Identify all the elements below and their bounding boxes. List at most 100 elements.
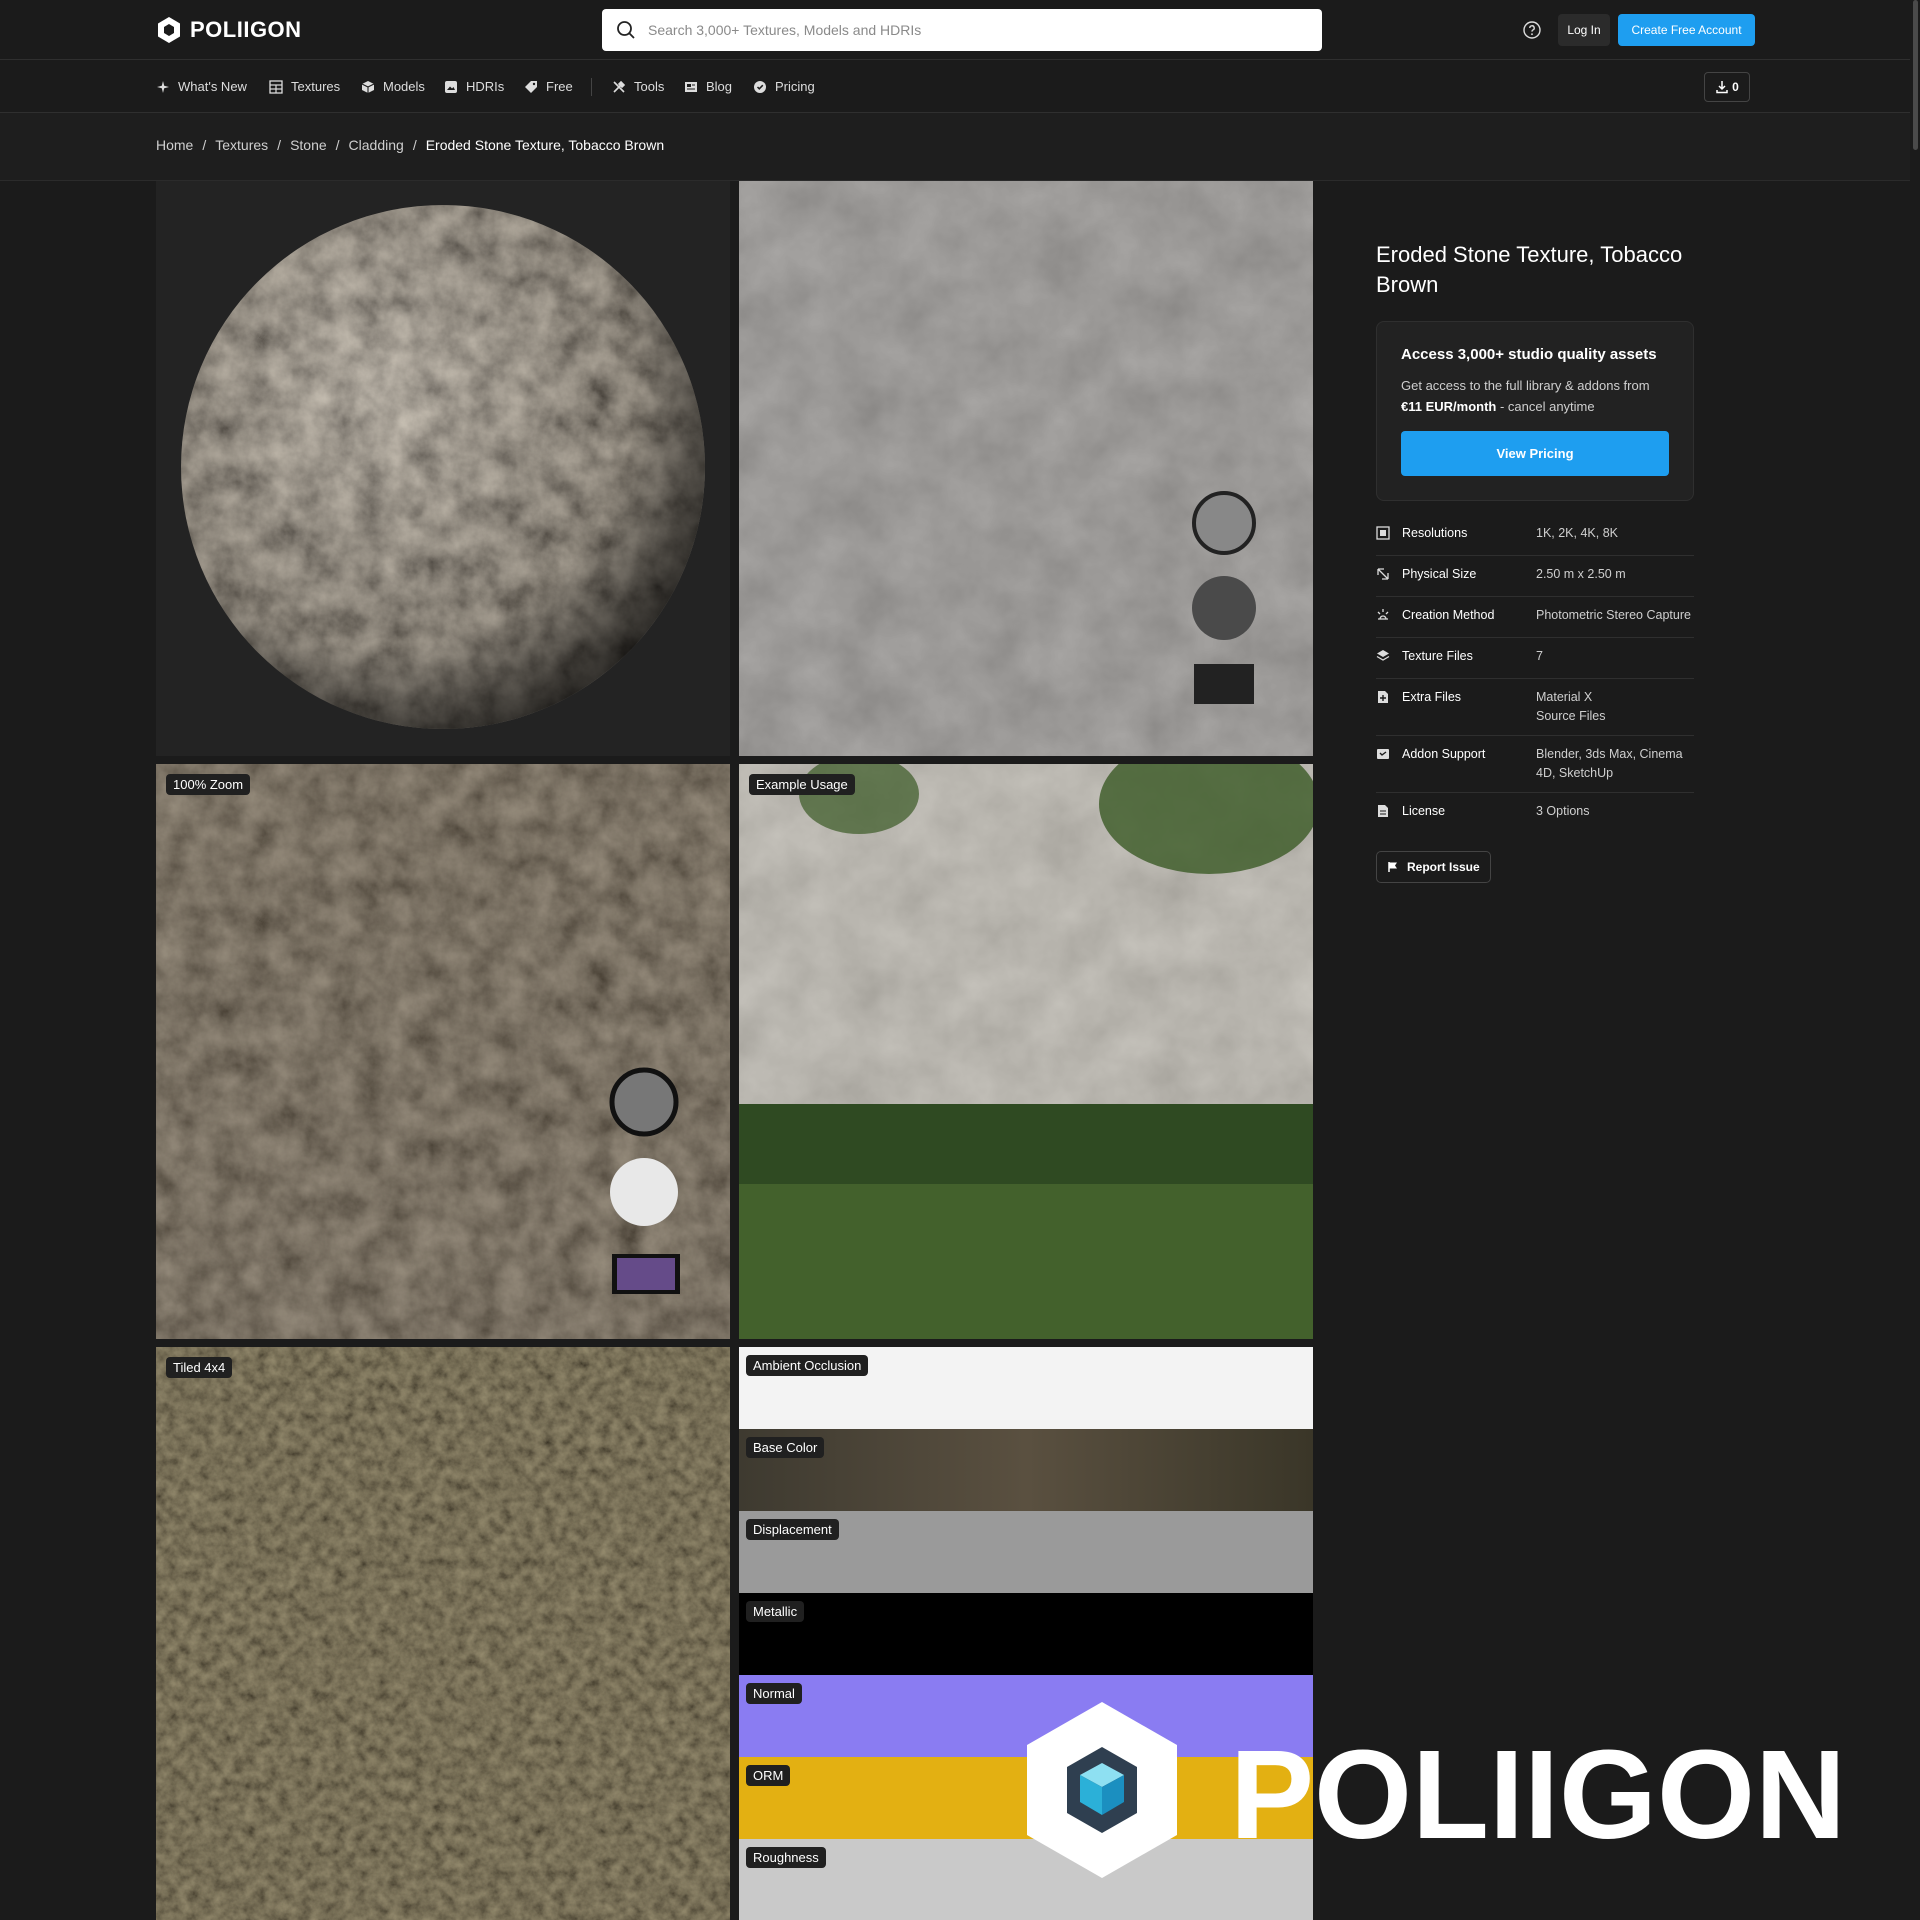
spec-row: Texture Files 7 <box>1376 638 1694 679</box>
spec-value: Blender, 3ds Max, Cinema 4D, SketchUp <box>1536 747 1683 780</box>
poliigon-logo[interactable]: POLIIGON <box>156 16 302 44</box>
nav-item-tools[interactable]: Tools <box>612 60 664 113</box>
flag-icon <box>1388 862 1397 872</box>
spec-value: 1K, 2K, 4K, 8K <box>1536 526 1618 540</box>
view-pricing-button[interactable]: View Pricing <box>1401 431 1669 476</box>
nav-label: Models <box>383 79 425 94</box>
usage-render <box>739 764 1313 1339</box>
login-button[interactable]: Log In <box>1558 14 1610 46</box>
nav-label: Free <box>546 79 573 94</box>
nav-label: Blog <box>706 79 733 94</box>
breadcrumb-current: Eroded Stone Texture, Tobacco Brown <box>425 137 665 153</box>
tiled-preview[interactable]: Tiled 4x4 <box>156 1347 730 1920</box>
usage-preview[interactable]: Example Usage <box>739 764 1313 1339</box>
search-input[interactable] <box>648 22 1288 38</box>
create-account-button[interactable]: Create Free Account <box>1618 14 1755 46</box>
nav-divider <box>591 78 592 96</box>
logo-text: POLIIGON <box>190 17 302 42</box>
scrollbar-thumb[interactable] <box>1913 0 1918 150</box>
asset-title: Eroded Stone Texture, Tobacco Brown <box>1376 242 1683 297</box>
download-count: 0 <box>1732 80 1739 94</box>
breadcrumb-home[interactable]: Home <box>156 137 193 153</box>
poliigon-watermark: POLIIGON <box>1027 1702 1846 1878</box>
map-label: Roughness <box>746 1847 826 1868</box>
help-icon[interactable] <box>1523 21 1541 39</box>
breadcrumb-stone[interactable]: Stone <box>290 137 327 153</box>
nav-item-pricing[interactable]: Pricing <box>753 60 815 113</box>
map-displacement[interactable]: Displacement <box>739 1511 1313 1593</box>
map-label: Displacement <box>746 1519 839 1540</box>
zoom-preview[interactable]: 100% Zoom <box>156 764 730 1339</box>
addon-icon <box>1377 749 1389 759</box>
sphere-preview[interactable] <box>156 181 730 756</box>
breadcrumb: Home / Textures / Stone / Cladding / Ero… <box>156 137 664 153</box>
spec-list: Resolutions 1K, 2K, 4K, 8K Physical Size… <box>1376 515 1694 833</box>
map-metallic[interactable]: Metallic <box>739 1593 1313 1675</box>
tiled-render <box>156 1347 730 1920</box>
nav-item-blog[interactable]: Blog <box>684 60 732 113</box>
file-plus-icon <box>1378 691 1388 703</box>
breadcrumb-bar: Home / Textures / Stone / Cladding / Ero… <box>0 113 1920 181</box>
nav-item-free[interactable]: Free <box>524 60 573 113</box>
map-base-color[interactable]: Base Color <box>739 1429 1313 1511</box>
watermark-text: POLIIGON <box>1230 1724 1846 1865</box>
report-issue-button[interactable]: Report Issue <box>1376 851 1491 883</box>
badge-icon <box>754 80 766 93</box>
page-scrollbar[interactable] <box>1910 0 1920 1920</box>
nav-item-textures[interactable]: Textures <box>269 60 340 113</box>
tools-icon <box>613 80 626 93</box>
tag-icon <box>525 80 537 93</box>
promo-title: Access 3,000+ studio quality assets <box>1401 346 1657 363</box>
spec-key: Creation Method <box>1402 608 1495 622</box>
zoom-render <box>156 764 730 1339</box>
spec-key: Addon Support <box>1402 747 1486 761</box>
spec-key: License <box>1402 804 1446 818</box>
search-icon <box>617 21 635 39</box>
flat-preview[interactable] <box>739 181 1313 756</box>
spec-value: 2.50 m x 2.50 m <box>1536 567 1626 581</box>
nav-label: HDRIs <box>466 79 505 94</box>
nav-label: Textures <box>291 79 341 94</box>
nav-item-hdris[interactable]: HDRIs <box>444 60 504 113</box>
top-bar: POLIIGON Log In Create Free Account <box>0 0 1920 60</box>
promo-lead: Get access to the full library & addons … <box>1401 378 1650 393</box>
main-nav: What's New Textures Models HDRIs Free To… <box>0 60 1920 113</box>
map-label: Base Color <box>746 1437 825 1458</box>
breadcrumb-cladding[interactable]: Cladding <box>349 137 404 153</box>
usage-label: Example Usage <box>749 774 855 795</box>
cube-icon <box>361 80 375 93</box>
promo-price: €11 EUR/month <box>1401 399 1497 414</box>
grid-icon <box>269 79 283 94</box>
resolution-icon <box>1376 526 1390 540</box>
promo-card: Access 3,000+ studio quality assets Get … <box>1376 321 1694 501</box>
logo-icon <box>158 17 180 43</box>
nav-label: What's New <box>178 79 247 94</box>
breadcrumb-textures[interactable]: Textures <box>215 137 268 153</box>
promo-text: Get access to the full library & addons … <box>1401 375 1669 417</box>
nav-item-models[interactable]: Models <box>361 60 425 113</box>
breadcrumb-separator: / <box>335 137 340 153</box>
sparkle-icon <box>157 80 169 93</box>
spec-value: Photometric Stereo Capture <box>1536 608 1691 622</box>
resize-icon <box>1377 568 1389 580</box>
layers-icon <box>1376 650 1390 661</box>
map-label: Ambient Occlusion <box>746 1355 869 1376</box>
spec-row: Physical Size 2.50 m x 2.50 m <box>1376 556 1694 597</box>
map-ambient-occlusion[interactable]: Ambient Occlusion <box>739 1347 1313 1429</box>
nav-item-whats-new[interactable]: What's New <box>156 60 247 113</box>
breadcrumb-separator: / <box>202 137 207 153</box>
sphere-render <box>181 205 705 729</box>
downloads-button[interactable]: 0 <box>1704 72 1750 102</box>
zoom-label: 100% Zoom <box>166 774 251 795</box>
download-icon <box>1716 81 1728 94</box>
map-label: Normal <box>746 1683 802 1704</box>
map-label: ORM <box>746 1765 791 1786</box>
spec-row: Addon Support Blender, 3ds Max, Cinema 4… <box>1376 736 1694 793</box>
nav-label: Pricing <box>775 79 815 94</box>
breadcrumb-separator: / <box>412 137 417 153</box>
search-bar[interactable] <box>602 9 1322 51</box>
asset-sidebar: Eroded Stone Texture, Tobacco Brown Acce… <box>1376 240 1694 883</box>
tiled-label: Tiled 4x4 <box>166 1357 233 1378</box>
spec-row: Extra Files Material X Source Files <box>1376 679 1694 736</box>
breadcrumb-separator: / <box>277 137 282 153</box>
